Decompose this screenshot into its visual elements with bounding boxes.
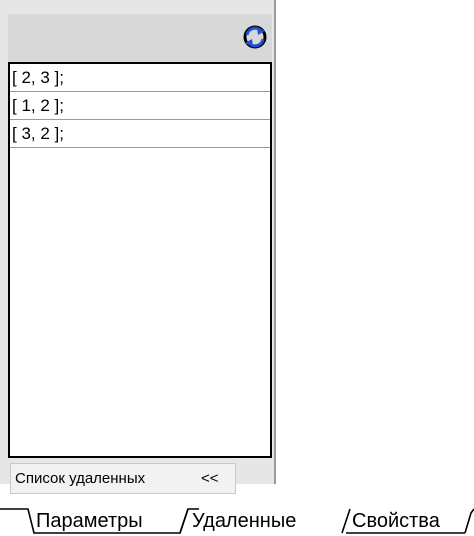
tab-parameters[interactable]: Параметры — [36, 508, 143, 534]
deleted-items-list[interactable]: [ 2, 3 ]; [ 1, 2 ]; [ 3, 2 ]; — [8, 62, 272, 458]
deleted-list-panel: [ 2, 3 ]; [ 1, 2 ]; [ 3, 2 ]; Список уда… — [0, 0, 276, 494]
list-item[interactable]: [ 2, 3 ]; — [10, 64, 270, 92]
list-item[interactable]: [ 1, 2 ]; — [10, 92, 270, 120]
list-item[interactable]: [ 3, 2 ]; — [10, 120, 270, 148]
tab-deleted[interactable]: Удаленные — [192, 508, 296, 534]
collapse-chevron-icon: << — [201, 470, 219, 487]
panel-toolbar — [8, 14, 272, 62]
tab-properties[interactable]: Свойства — [352, 508, 440, 534]
deleted-list-toggle-button[interactable]: Список удаленных << — [10, 463, 236, 494]
deleted-list-label: Список удаленных — [15, 470, 146, 487]
refresh-icon[interactable] — [242, 24, 268, 50]
